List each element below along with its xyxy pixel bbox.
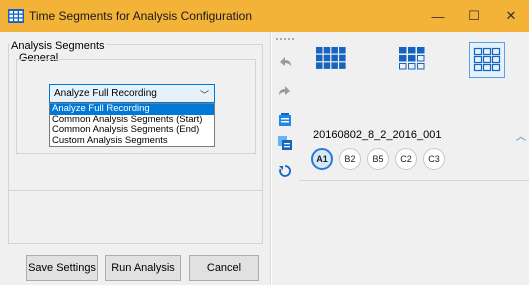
redo-icon[interactable] [276,81,294,99]
chevron-up-icon[interactable]: ︿ [516,128,526,143]
dropdown-option-full[interactable]: Analyze Full Recording [50,103,214,115]
layout-4x3-icon[interactable] [313,42,349,78]
maximize-button[interactable]: ☐ [456,0,492,32]
analysis-segments-title: Analysis Segments [10,40,106,52]
paste-icon[interactable] [276,110,294,128]
window-title: Time Segments for Analysis Configuration [29,9,252,23]
dropdown-option-custom[interactable]: Custom Analysis Segments [50,135,214,147]
run-analysis-button[interactable]: Run Analysis [105,255,181,281]
channel-chip[interactable]: A1 [311,148,333,170]
refresh-icon[interactable] [276,162,294,180]
channel-chip[interactable]: C2 [395,148,417,170]
segment-mode-value: Analyze Full Recording [54,88,157,99]
channel-chip[interactable]: C3 [423,148,445,170]
dataset-name: 20160802_8_2_2016_001 [313,129,442,141]
settings-panel: Analysis Segments General [0,32,271,285]
channel-panel: 20160802_8_2_2016_001 ︿ A1 B2 B5 C2 C3 [299,32,529,285]
layout-3x2-icon[interactable] [394,42,430,78]
layout-grid-outline-icon[interactable] [469,42,505,78]
cancel-button[interactable]: Cancel [189,255,259,281]
dropdown-option-common-end[interactable]: Common Analysis Segments (End) [50,124,214,136]
vertical-toolbar [272,32,299,285]
copy-icon[interactable] [276,134,294,152]
segment-mode-dropdown: Analyze Full Recording Common Analysis S… [49,103,215,147]
close-button[interactable]: ✕ [493,0,529,32]
minimize-button[interactable]: — [420,0,456,32]
undo-icon[interactable] [276,52,294,70]
save-settings-button[interactable]: Save Settings [26,255,98,281]
channel-chip[interactable]: B5 [367,148,389,170]
title-bar: Time Segments for Analysis Configuration… [0,0,529,32]
channel-chip[interactable]: B2 [339,148,361,170]
channel-chip-list: A1 B2 B5 C2 C3 [311,148,445,170]
app-grid-icon [8,9,24,23]
toolbar-grip[interactable] [276,38,294,41]
segment-mode-select[interactable]: Analyze Full Recording ﹀ [49,84,215,103]
group-divider [8,190,263,240]
chevron-down-icon[interactable]: ﹀ [200,88,209,101]
section-divider [299,180,529,181]
